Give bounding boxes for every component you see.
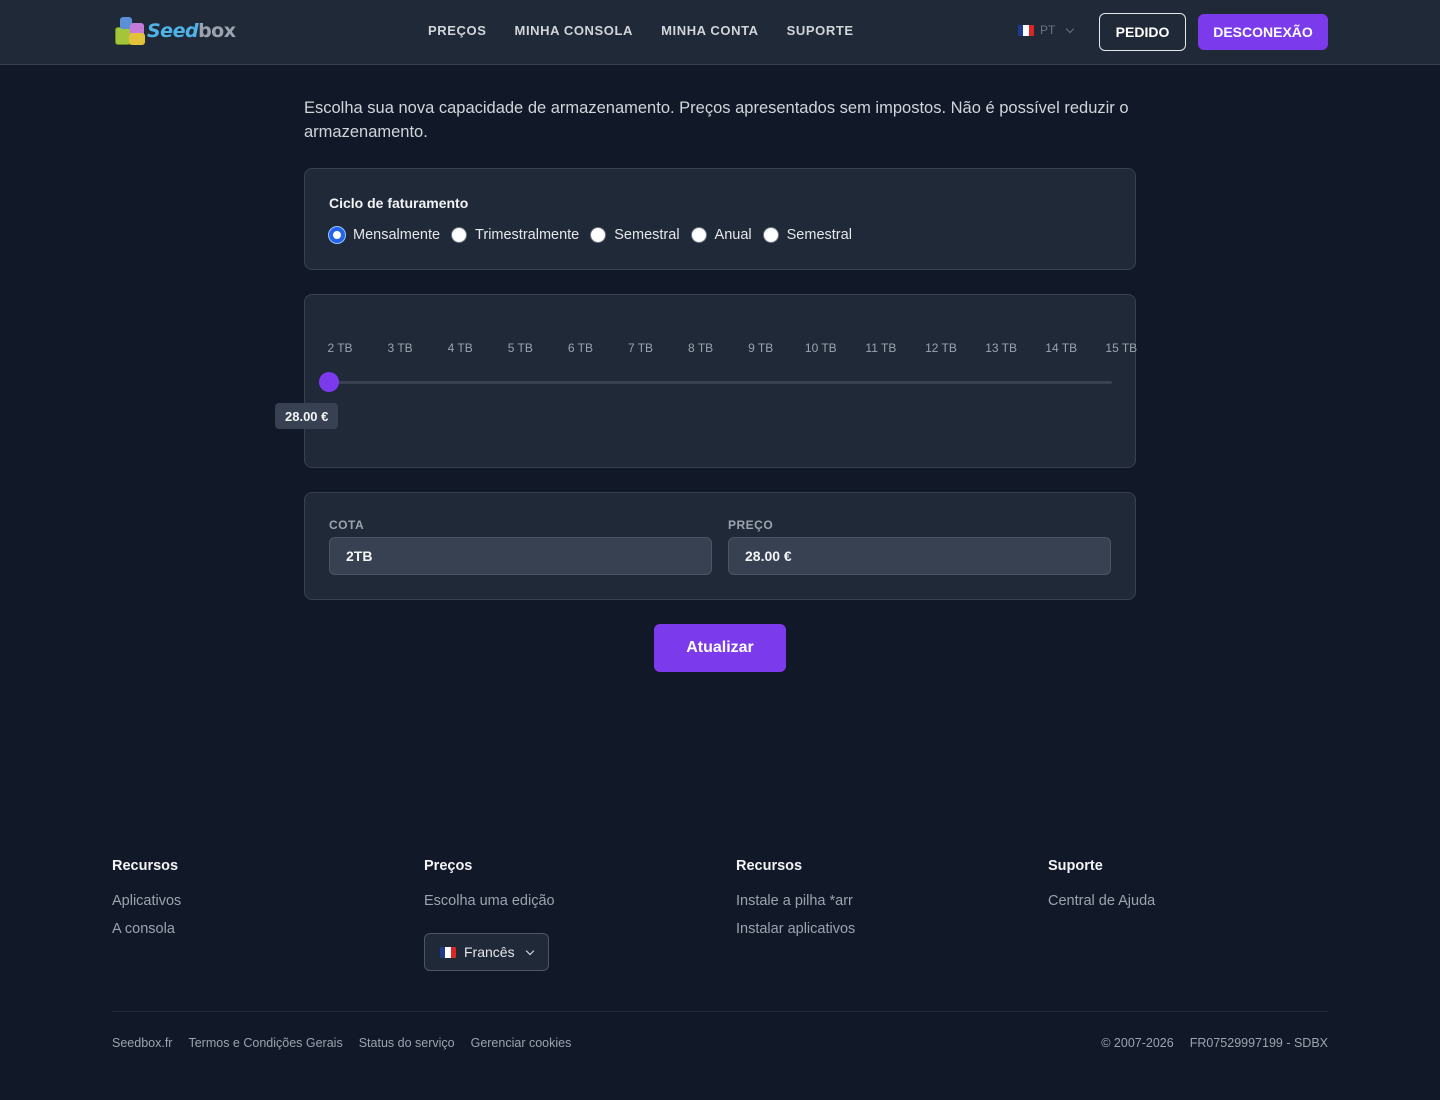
slider-tick-label[interactable]: 2 TB <box>327 341 352 355</box>
footer-link-cookies[interactable]: Gerenciar cookies <box>471 1036 572 1050</box>
footer-legal: © 2007-2026 FR07529997199 - SDBX <box>1101 1036 1328 1050</box>
slider-tick-label[interactable]: 9 TB <box>748 341 773 355</box>
radio-monthly[interactable]: Mensalmente <box>329 227 440 243</box>
price-field[interactable] <box>728 537 1111 575</box>
footer-link-status[interactable]: Status do serviço <box>359 1036 455 1050</box>
slider-tick-label[interactable]: 6 TB <box>568 341 593 355</box>
main-nav: PREÇOS MINHA CONSOLA MINHA CONTA SUPORTE <box>428 23 854 38</box>
slider-tick-label[interactable]: 12 TB <box>925 341 957 355</box>
footer-link-terms[interactable]: Termos e Condições Gerais <box>188 1036 342 1050</box>
radio-unchecked-icon[interactable] <box>690 227 707 243</box>
footer-column-resources-2: Recursos Instale a pilha *arr Instalar a… <box>736 858 855 948</box>
footer-column-title: Recursos <box>736 858 803 874</box>
logo-icon <box>113 15 149 47</box>
slider-tick-label[interactable]: 7 TB <box>628 341 653 355</box>
slider-tick-label[interactable]: 15 TB <box>1105 341 1137 355</box>
footer-column-title: Recursos <box>112 858 179 874</box>
billing-cycle-options: Mensalmente Trimestralmente Semestral An… <box>329 227 863 243</box>
slider-tick-label[interactable]: 10 TB <box>805 341 837 355</box>
footer-column-title: Suporte <box>1048 858 1103 874</box>
footer-column-support: Suporte Central de Ajuda <box>1048 858 1155 920</box>
slider-tick-labels: 2 TB 3 TB 4 TB 5 TB 6 TB 7 TB 8 TB 9 TB 10 TB 11 … <box>305 341 1145 357</box>
footer-link-choose-edition[interactable]: Escolha uma edição <box>424 892 555 910</box>
radio-unchecked-icon[interactable] <box>762 227 779 243</box>
price-label: PREÇO <box>728 518 774 532</box>
copyright: © 2007-2026 <box>1101 1036 1174 1050</box>
slider-tick-label[interactable]: 8 TB <box>688 341 713 355</box>
logout-button[interactable]: DESCONEXÃO <box>1198 14 1328 50</box>
radio-unchecked-icon[interactable] <box>451 227 468 243</box>
billing-cycle-title: Ciclo de faturamento <box>329 195 469 211</box>
radio-annual[interactable]: Anual <box>690 227 752 243</box>
slider-price-tooltip: 28.00 € <box>275 403 339 429</box>
quota-price-card: COTA PREÇO <box>304 492 1136 600</box>
footer-link-console[interactable]: A consola <box>112 920 181 938</box>
radio-checked-icon[interactable] <box>329 227 345 243</box>
radio-semiannual-2[interactable]: Semestral <box>762 227 852 243</box>
footer-column-pricing: Preços Escolha uma edição <box>424 858 555 920</box>
footer-bottom-links: Seedbox.fr Termos e Condições Gerais Sta… <box>112 1036 571 1050</box>
logo-wordmark: Seedbox <box>147 20 236 42</box>
company-id: FR07529997199 - SDBX <box>1189 1036 1328 1050</box>
nav-my-console[interactable]: MINHA CONSOLA <box>515 23 634 38</box>
radio-quarterly[interactable]: Trimestralmente <box>451 227 579 243</box>
quota-label: COTA <box>329 518 365 532</box>
seedbox-logo[interactable]: Seedbox <box>113 15 248 47</box>
france-flag-icon <box>1018 24 1034 36</box>
order-button[interactable]: PEDIDO <box>1099 13 1186 51</box>
footer-link-install-apps[interactable]: Instalar aplicativos <box>736 920 855 938</box>
storage-intro-text: Escolha sua nova capacidade de armazenam… <box>304 99 1129 141</box>
chevron-down-icon <box>1066 24 1075 33</box>
language-code: PT <box>1040 23 1056 37</box>
top-header: Seedbox PREÇOS MINHA CONSOLA MINHA CONTA… <box>0 0 1440 65</box>
france-flag-icon <box>440 946 456 958</box>
footer-link-arr-stack[interactable]: Instale a pilha *arr <box>736 892 855 910</box>
nav-pricing[interactable]: PREÇOS <box>428 23 487 38</box>
billing-cycle-card: Ciclo de faturamento Mensalmente Trimest… <box>304 168 1136 270</box>
slider-tick-label[interactable]: 11 TB <box>865 341 896 355</box>
radio-semiannual[interactable]: Semestral <box>590 227 680 243</box>
footer-link-seedbox[interactable]: Seedbox.fr <box>112 1036 172 1050</box>
footer-language-select[interactable]: Francês <box>424 933 549 971</box>
footer-column-resources: Recursos Aplicativos A consola <box>112 858 181 948</box>
language-switcher[interactable]: PT <box>1018 23 1075 37</box>
radio-unchecked-icon[interactable] <box>590 227 607 243</box>
slider-tick-label[interactable]: 3 TB <box>388 341 413 355</box>
chevron-down-icon <box>525 946 534 955</box>
footer-column-title: Preços <box>424 858 473 874</box>
storage-slider-card: 2 TB 3 TB 4 TB 5 TB 6 TB 7 TB 8 TB 9 TB 10 TB 11 … <box>275 294 1137 468</box>
slider-thumb[interactable] <box>319 372 339 392</box>
slider-track[interactable] <box>329 381 1112 384</box>
slider-tick-label[interactable]: 14 TB <box>1045 341 1077 355</box>
footer-link-apps[interactable]: Aplicativos <box>112 892 181 910</box>
nav-support[interactable]: SUPORTE <box>787 23 854 38</box>
footer-divider <box>112 1011 1328 1012</box>
slider-tick-label[interactable]: 5 TB <box>508 341 533 355</box>
slider-tick-label[interactable]: 13 TB <box>985 341 1017 355</box>
footer-language-label: Francês <box>464 944 515 960</box>
slider-tick-label[interactable]: 4 TB <box>448 341 473 355</box>
quota-field[interactable] <box>329 537 712 575</box>
footer-link-help-center[interactable]: Central de Ajuda <box>1048 892 1155 910</box>
nav-my-account[interactable]: MINHA CONTA <box>661 23 759 38</box>
update-button[interactable]: Atualizar <box>654 624 786 672</box>
